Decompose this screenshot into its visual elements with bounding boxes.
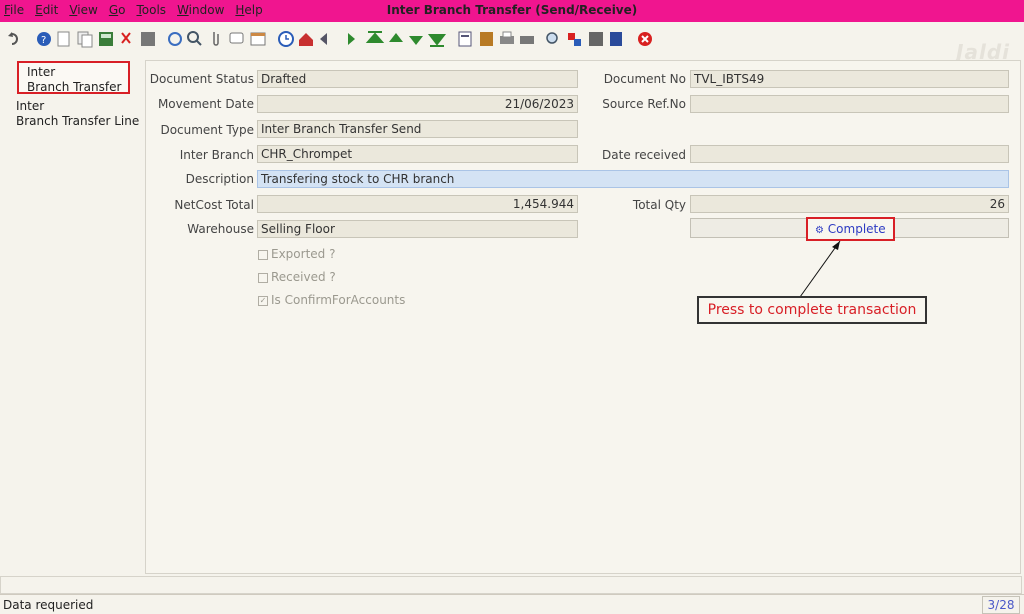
status-bar: Data requeried 3/28 — [0, 594, 1024, 614]
horizontal-scroll-area — [0, 576, 1022, 594]
record-counter[interactable]: 3/28 — [982, 596, 1020, 614]
status-message: Data requeried — [3, 598, 94, 612]
callout-box: Press to complete transaction — [697, 296, 927, 324]
